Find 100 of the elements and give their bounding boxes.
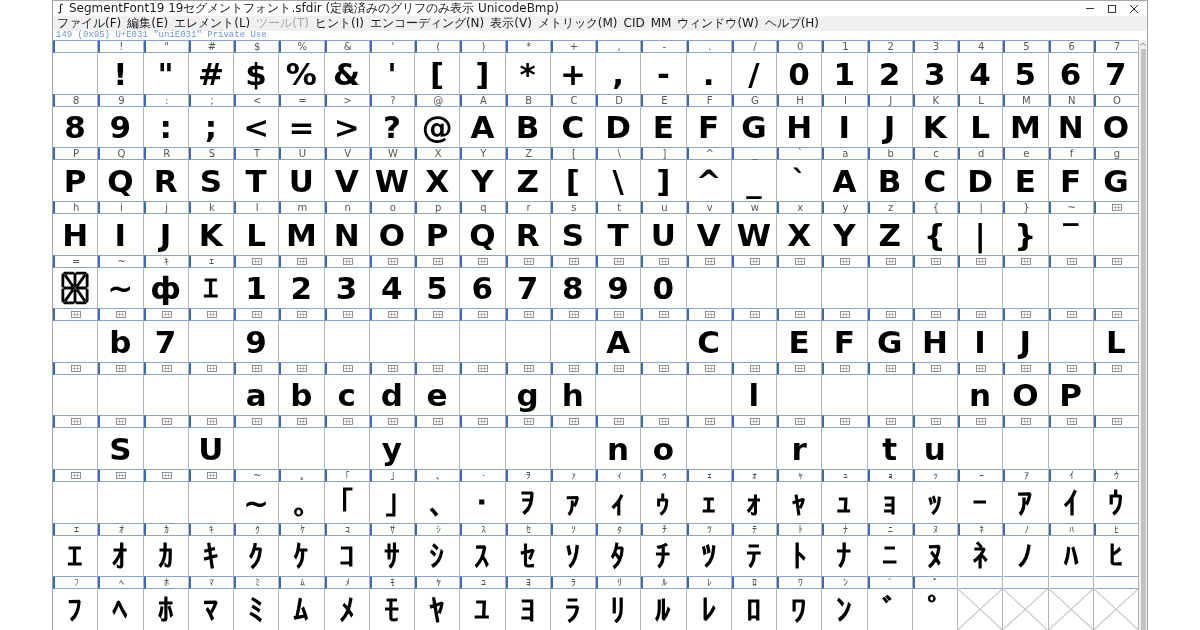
label-strip [1048,576,1093,590]
glyph-preview: ﾐ [248,591,265,630]
glyph-preview: [ [430,54,445,94]
menu-item[interactable]: 編集(E) [124,16,172,31]
glyph-preview: ^ [695,161,722,201]
glyph-preview: K [198,215,223,255]
glyph-box-icon [161,418,172,426]
glyph-preview: u [923,430,946,470]
glyph-preview: ﾓ [383,591,400,630]
scrollbar-thumb[interactable] [1140,49,1146,630]
glyph-preview: ﾈ [972,537,989,577]
glyph-box-icon [387,257,398,265]
glyph-preview: n [969,376,992,416]
glyph-label: 0 [796,41,804,52]
glyph-preview: H [921,322,948,362]
glyph-box-icon [614,257,625,265]
glyph-label: ｱ [1023,470,1029,482]
glyph-preview: J [1019,322,1032,362]
glyph-box-icon [749,257,760,265]
menu-item[interactable]: CID [620,16,648,31]
glyph-label: ﾝ [842,577,848,589]
glyph-label: ( [436,41,441,52]
glyph-box-icon [568,311,579,319]
glyph-label: ﾋ [1114,523,1120,535]
glyph-label: A [479,94,487,106]
glyph-label: ｷ [209,523,215,535]
menu-item[interactable]: ヘルプ(H) [761,16,823,31]
glyph-preview: ﾅ [836,537,853,577]
glyph-label: + [569,41,579,52]
menu-item[interactable]: エレメント(L) [171,16,254,31]
glyph-preview: } [1014,215,1037,255]
glyph-preview: ! [113,54,128,94]
menu-item[interactable]: エンコーディング(N) [366,16,488,31]
glyph-box-icon [161,311,172,319]
glyph-label: - [662,41,667,52]
glyph-label: F [706,94,713,106]
glyph-label: = [298,94,307,106]
glyph-preview: S [561,215,585,255]
glyph-label: ; [210,94,214,106]
glyph-box-icon [71,472,82,480]
glyph-preview: E [652,108,674,148]
glyph-preview: _ [746,161,762,201]
glyph-preview: ｵ [112,537,129,577]
glyph-label: k [208,201,215,213]
glyph-preview: 7 [154,322,177,362]
glyph-label: p [434,201,442,213]
glyph-preview: ｴ [202,269,219,309]
glyph-box-icon [206,472,217,480]
menu-item[interactable]: 表示(V) [487,16,535,31]
glyph-label: O [1112,94,1121,106]
glyph-preview: Y [833,215,856,255]
glyph-label: ｻ [390,523,396,535]
glyph-label: ﾂ [707,523,713,535]
glyph-box-icon [885,257,896,265]
glyph-preview: ] [656,161,671,201]
glyph-preview: ｦ [519,483,536,523]
glyph-preview: I [114,215,127,255]
glyph-preview: 2 [290,269,313,309]
glyph-box-icon [523,364,534,372]
glyph-preview: O [1102,108,1130,148]
glyph-preview: U [288,161,314,201]
glyph-label: ` [797,148,803,160]
glyph-preview: ﾍ [112,591,129,630]
glyph-preview: e [426,376,448,416]
glyph-box-icon [71,311,82,319]
menu-item[interactable]: MM [647,16,675,31]
glyph-preview: P [63,161,87,201]
glyph-label: ﾔ [435,577,441,589]
glyph-preview: ﾔ [429,591,446,630]
glyph-label: ] [662,148,667,160]
glyph-box-icon [523,257,534,265]
glyph-preview: d [380,376,403,416]
scroll-up-icon[interactable] [1140,42,1146,46]
glyph-label: 6 [1068,41,1075,52]
glyph-preview: G [876,322,903,362]
glyph-preview: ﾖ [519,591,536,630]
menu-item[interactable]: ヒント(I) [312,16,367,31]
glyph-box-icon [976,311,987,319]
menu-item[interactable]: メトリック(M) [534,16,621,31]
glyph-preview: ｲ [1062,483,1079,523]
menu-item[interactable]: ファイル(F) [54,16,125,31]
glyph-preview: A [606,322,631,362]
label-strip [958,576,1003,590]
glyph-box-icon [433,418,444,426]
glyph-label: ﾚ [707,577,713,589]
glyph-preview: ｼ [429,537,446,577]
scrollbar[interactable] [1139,40,1147,630]
glyph-box-icon [840,311,851,319]
label-strip [1003,576,1048,590]
glyph-preview: P [1059,376,1082,416]
glyph-label: } [1023,201,1030,213]
menu-item[interactable]: ウィンドウ(W) [674,16,762,31]
glyph-preview: W [736,215,771,255]
glyph-preview: [ [565,161,580,201]
glyph-label: I [843,94,847,106]
glyph-box-icon [614,311,625,319]
glyph-label: ｹ [299,523,305,535]
glyph-preview: ﾕ [474,591,491,630]
glyph-preview: ﾏ [202,591,219,630]
glyph-preview: l [748,376,760,416]
